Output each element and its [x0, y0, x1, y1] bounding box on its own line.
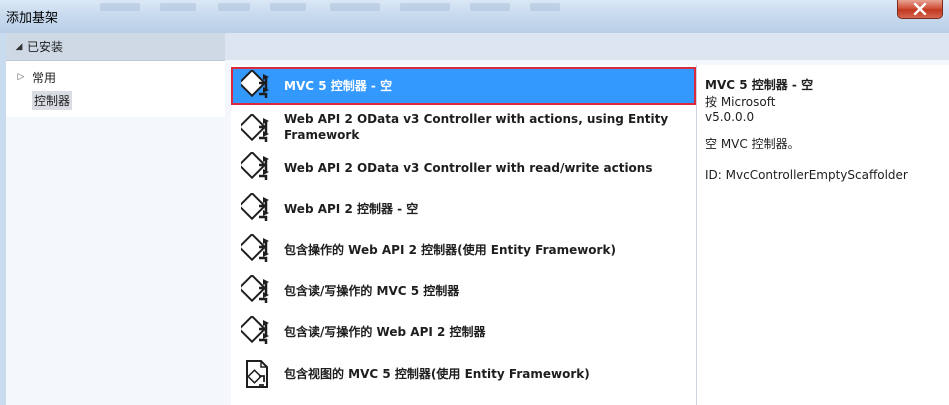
mvc-controller-icon	[241, 193, 269, 221]
details-id: ID: MvcControllerEmptyScaffolder	[705, 168, 908, 182]
template-item-webapi2-ef[interactable]: 包含操作的 Web API 2 控制器(使用 Entity Framework)	[231, 231, 696, 269]
template-label: Web API 2 OData v3 Controller with read/…	[284, 161, 653, 175]
template-label: 包含操作的 Web API 2 控制器(使用 Entity Framework)	[284, 243, 616, 257]
mvc-controller-icon	[241, 114, 269, 142]
tree-item-common[interactable]: ▷ 常用	[14, 68, 56, 86]
template-label: 包含读/写操作的 Web API 2 控制器	[284, 325, 486, 339]
template-item-odata-rw[interactable]: Web API 2 OData v3 Controller with read/…	[231, 149, 696, 187]
template-label: 包含视图的 MVC 5 控制器(使用 Entity Framework)	[284, 367, 590, 381]
installed-header[interactable]: ◢ 已安装	[6, 33, 225, 61]
toolbar-band	[225, 33, 949, 60]
mvc-controller-icon	[241, 275, 269, 303]
dialog-client-area: ◢ 已安装 ▷ 常用 控制器 MVC 5 控制器 - 空 Web API 2 O…	[6, 33, 949, 405]
template-item-odata-ef[interactable]: Web API 2 OData v3 Controller with actio…	[231, 107, 696, 145]
template-list: MVC 5 控制器 - 空 Web API 2 OData v3 Control…	[231, 65, 696, 405]
title-bar[interactable]: 添加基架	[0, 0, 949, 33]
window-title: 添加基架	[6, 11, 59, 26]
template-item-mvc5-empty[interactable]: MVC 5 控制器 - 空	[231, 67, 696, 105]
tree-item-label: 常用	[32, 70, 57, 85]
mvc-controller-views-icon	[246, 360, 268, 388]
background-menu-ghost	[100, 3, 140, 11]
background-menu-ghost	[218, 3, 250, 11]
template-details: MVC 5 控制器 - 空 按 Microsoft v5.0.0.0 空 MVC…	[696, 65, 949, 405]
sidebar-empty-area	[6, 117, 225, 405]
template-item-webapi2-empty[interactable]: Web API 2 控制器 - 空	[231, 190, 696, 228]
template-label: 包含读/写操作的 MVC 5 控制器	[284, 284, 460, 298]
template-item-mvc5-rw[interactable]: 包含读/写操作的 MVC 5 控制器	[231, 272, 696, 310]
close-button[interactable]	[897, 0, 943, 19]
details-version: v5.0.0.0	[705, 110, 755, 124]
collapsed-triangle-icon[interactable]: ▷	[14, 72, 28, 82]
background-menu-ghost	[400, 3, 450, 11]
background-menu-ghost	[160, 3, 196, 11]
background-menu-ghost	[530, 3, 560, 11]
details-author: 按 Microsoft	[705, 95, 776, 109]
template-label: Web API 2 OData v3 Controller with actio…	[284, 112, 669, 142]
details-title: MVC 5 控制器 - 空	[705, 78, 814, 92]
background-menu-ghost	[330, 3, 380, 11]
mvc-controller-icon	[241, 70, 269, 98]
installed-label: 已安装	[27, 40, 64, 54]
template-item-webapi2-rw[interactable]: 包含读/写操作的 Web API 2 控制器	[231, 313, 696, 351]
template-label: MVC 5 控制器 - 空	[284, 79, 393, 93]
template-label: Web API 2 控制器 - 空	[284, 202, 419, 216]
close-icon	[913, 3, 927, 15]
mvc-controller-icon	[241, 316, 269, 344]
template-item-mvc5-views-ef[interactable]: 包含视图的 MVC 5 控制器(使用 Entity Framework)	[231, 354, 696, 394]
background-menu-ghost	[470, 3, 510, 11]
tree-item-controller[interactable]: 控制器	[32, 91, 73, 110]
expanded-triangle-icon[interactable]: ◢	[12, 42, 26, 52]
mvc-controller-icon	[241, 152, 269, 180]
mvc-controller-icon	[241, 234, 269, 262]
background-menu-ghost	[270, 3, 306, 11]
details-description: 空 MVC 控制器。	[705, 137, 800, 151]
